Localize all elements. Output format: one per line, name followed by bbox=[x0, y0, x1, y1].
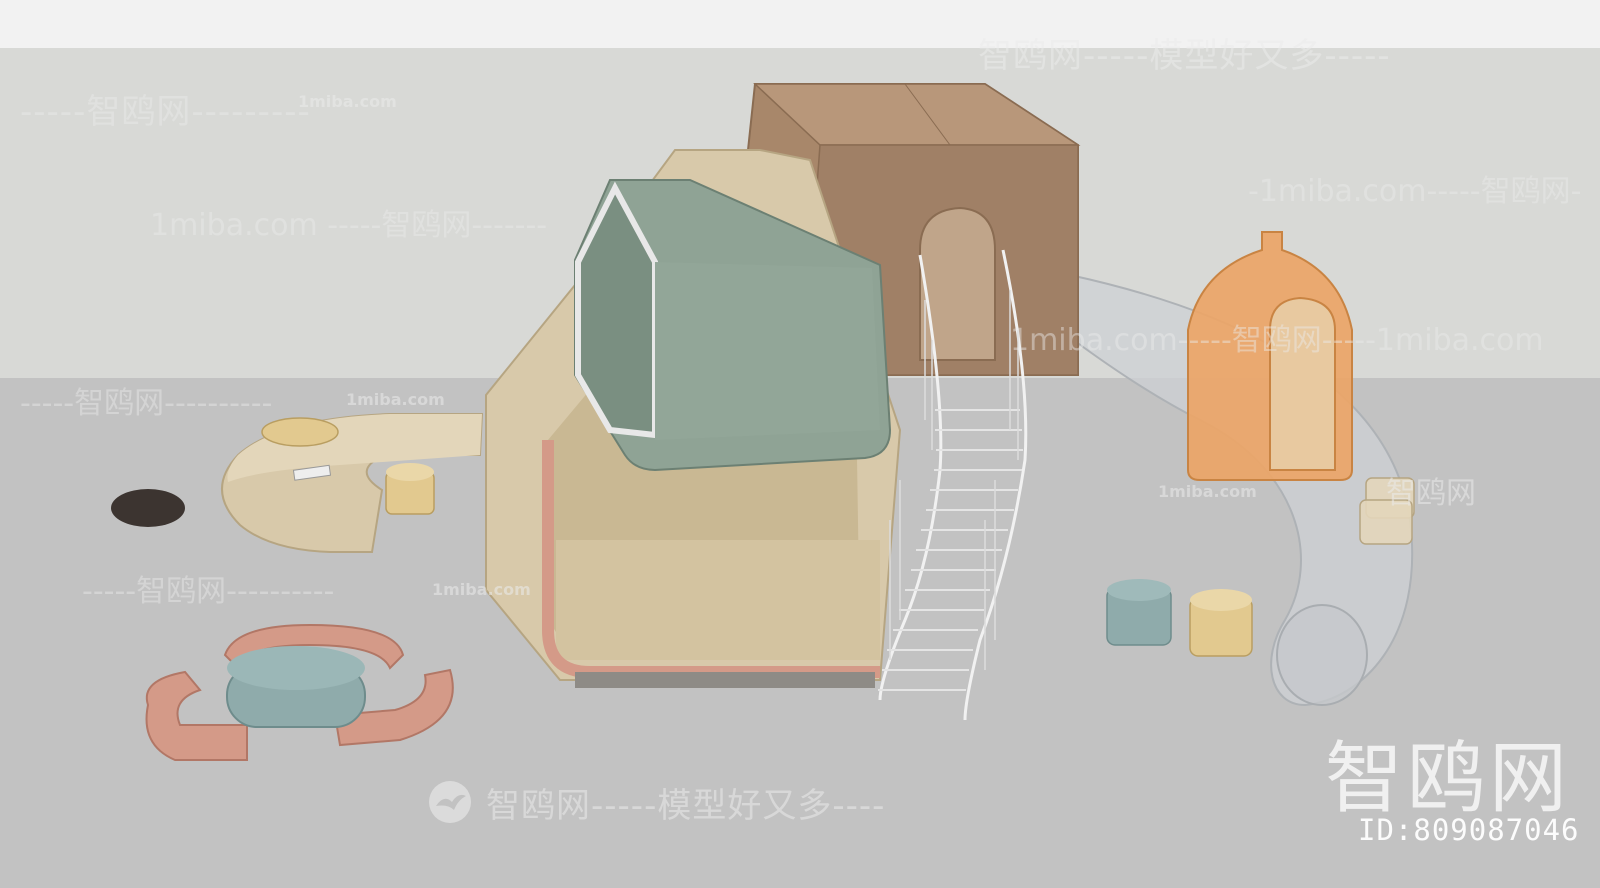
cream-stools-stack bbox=[1359, 477, 1415, 545]
watermark-corner-id: ID:809087046 bbox=[1358, 813, 1580, 847]
teal-stool bbox=[1106, 579, 1172, 646]
sky-band bbox=[0, 0, 1600, 48]
dark-pebble-seat bbox=[111, 489, 185, 527]
mustard-cushion-bench bbox=[261, 417, 339, 447]
seagull-logo-icon bbox=[429, 781, 471, 823]
mustard-stool-right bbox=[1189, 589, 1253, 657]
watermark-corner-title: 智鸥网 bbox=[1325, 734, 1572, 824]
mustard-stool-left bbox=[385, 463, 435, 515]
